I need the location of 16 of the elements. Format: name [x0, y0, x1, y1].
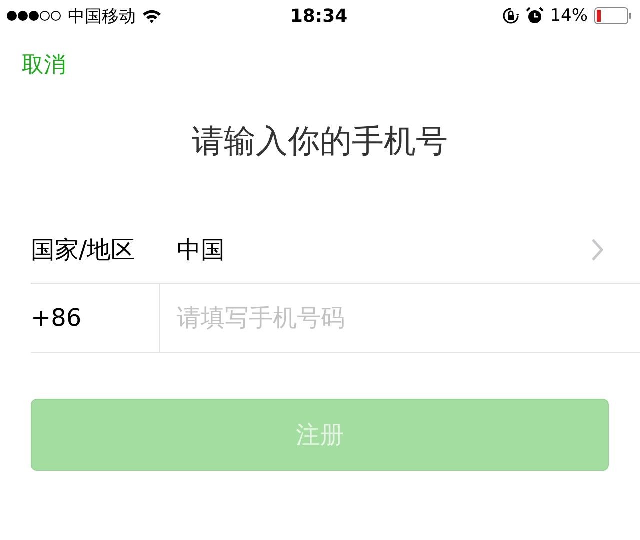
battery-icon [594, 7, 632, 25]
alarm-icon [526, 7, 544, 25]
chevron-icon [591, 238, 604, 262]
rotation-lock-icon [502, 7, 520, 25]
country-code: +86 [31, 284, 160, 352]
country-selector[interactable]: 国家/地区 中国 [31, 216, 640, 284]
clock-time: 18:34 [290, 6, 348, 26]
carrier-name: 中国移动 [68, 6, 136, 28]
page-title: 请输入你的手机号 [191, 121, 449, 162]
cancel-button[interactable]: 取消 [22, 50, 66, 80]
battery-percent: 14% [550, 6, 588, 26]
phone-input-field[interactable]: 请填写手机号码 [160, 284, 640, 352]
country-label: 国家/地区 [31, 234, 136, 266]
wifi-icon [142, 8, 162, 24]
country-value: 中国 [177, 234, 226, 266]
signal-icon [6, 10, 62, 22]
